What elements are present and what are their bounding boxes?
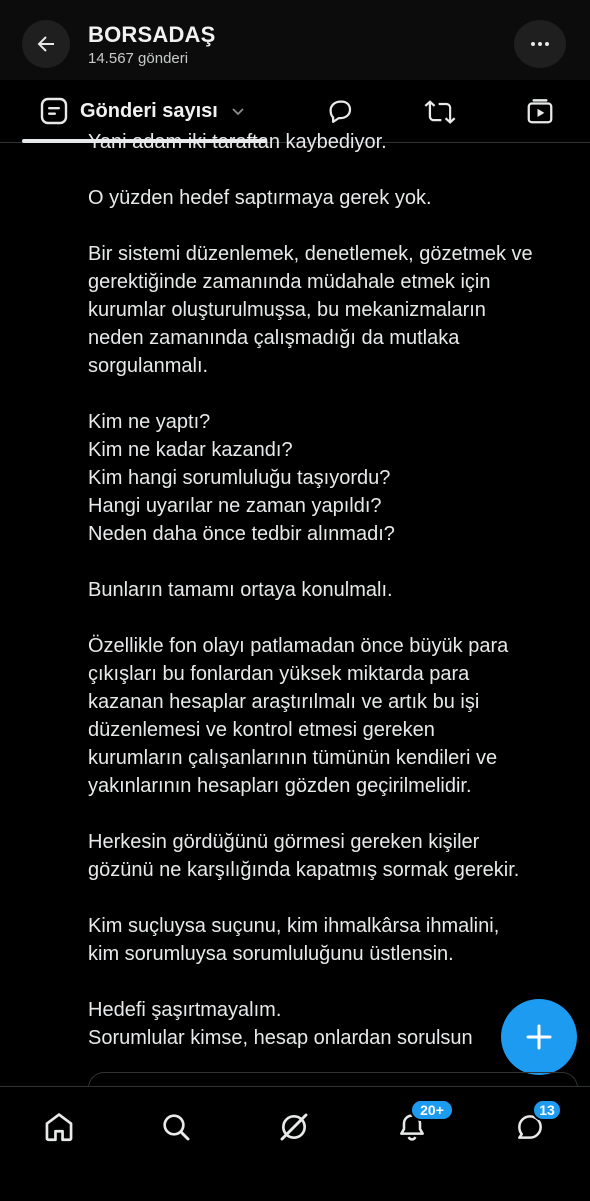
post-text-line: gözünü ne karşılığında kapatmış sormak g… [88,859,520,881]
compose-button[interactable] [501,999,577,1075]
post-text-line: Kim suçluysa suçunu, kim ihmalkârsa ihma… [88,915,500,937]
post-text-line: Kim ne kadar kazandı? [88,439,293,461]
post-paragraph: O yüzden hedef saptırmaya gerek yok. [88,184,588,212]
back-button[interactable] [22,20,70,68]
profile-name: BORSADAŞ [88,22,216,47]
grok-icon [280,1113,308,1141]
post-paragraph: Kim ne yaptı? Kim ne kadar kazandı? Kim ha… [88,408,588,548]
post-text-line: sorgulanmalı. [88,355,209,377]
nav-grok[interactable] [274,1107,314,1147]
plus-icon [526,1024,552,1050]
post-count: 14.567 gönderi [88,50,189,67]
post-text: Yani adam iki taraftan kaybediyor. O yüzd… [88,128,588,1068]
post-text-line: Yani adam iki taraftan kaybediyor. [88,131,387,153]
post-text-line: Özellikle fon olayı patlamadan önce büyü… [88,635,509,657]
more-horizontal-icon [531,42,549,46]
post-text-line: gerektiğinde zamanında müdahale etmek iç… [88,271,491,293]
post-paragraph: Kim suçluysa suçunu, kim ihmalkârsa ihma… [88,912,588,968]
post-text-line: Bir sistemi düzenlemek, denetlemek, göze… [88,243,533,265]
post-text-line: kim sorumluysa sorumluluğunu üstlensin. [88,943,454,965]
notifications-badge: 20+ [410,1099,454,1121]
arrow-left-icon [37,36,54,52]
bottom-navigation: 20+ 13 [0,1086,590,1201]
chevron-down-icon [232,108,244,116]
post-text-line: Kim hangi sorumluluğu taşıyordu? [88,467,391,489]
nav-search[interactable] [156,1107,196,1147]
post-text-line: O yüzden hedef saptırmaya gerek yok. [88,187,432,209]
post-text-line: yakınlarının hesapları gözden geçirilmel… [88,775,472,797]
post-paragraph: Herkesin gördüğünü görmesi gereken kişil… [88,828,588,884]
post-paragraph: Özellikle fon olayı patlamadan önce büyü… [88,632,588,800]
retweet-button[interactable] [423,95,457,127]
media-icon [527,99,553,124]
nav-home[interactable] [39,1107,79,1147]
post-text-line: Kim ne yaptı? [88,411,211,433]
messages-badge: 13 [532,1099,562,1121]
post-text-line: neden zamanında çalışmadığı da mutlaka [88,327,460,349]
post-text-line: Bunların tamamı ortaya konulmalı. [88,579,393,601]
post-paragraph: Bir sistemi düzenlemek, denetlemek, göze… [88,240,588,380]
retweet-icon [424,100,456,124]
reply-icon [329,100,352,123]
post-text-line: kurumlar oluşturulmuşsa, bu mekanizmalar… [88,299,486,321]
media-button[interactable] [523,95,557,127]
post-text-line: Herkesin gördüğünü görmesi gereken kişil… [88,831,480,853]
profile-title-block: BORSADAŞ 14.567 gönderi [88,22,216,67]
post-paragraph: Yani adam iki taraftan kaybediyor. [88,128,588,156]
post-text-line: düzenlemesi ve kontrol etmesi gereken [88,719,435,741]
posts-icon [40,97,68,125]
post-text-line: Neden daha önce tedbir alınmadı? [88,523,395,545]
post-text-line: çıkışları bu fonlardan yüksek miktarda p… [88,663,470,685]
search-icon [163,1114,190,1141]
post-text-line: kazanan hesaplar araştırılmalı ve artık … [88,691,480,713]
reply-button[interactable] [323,95,357,127]
post-text-line: Hangi uyarılar ne zaman yapıldı? [88,495,382,517]
post-count-tab[interactable]: Gönderi sayısı [40,97,246,125]
more-button[interactable] [514,20,566,68]
post-text-line: kurumların çalışanlarının tümünün kendil… [88,747,498,769]
post-paragraph: Bunların tamamı ortaya konulmalı. [88,576,588,604]
post-count-tab-label: Gönderi sayısı [80,99,218,122]
top-header: BORSADAŞ 14.567 gönderi [0,0,590,80]
home-icon [45,1113,73,1142]
